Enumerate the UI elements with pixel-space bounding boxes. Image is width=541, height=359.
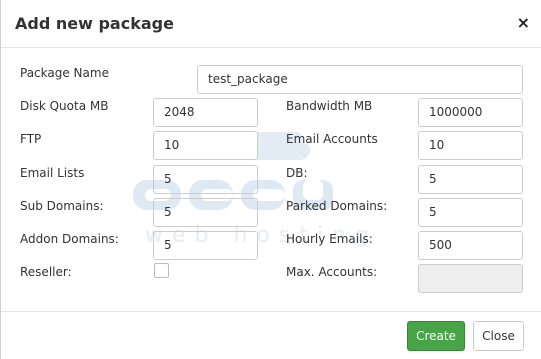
max-accounts-label: Max. Accounts: bbox=[286, 265, 378, 279]
reseller-checkbox[interactable] bbox=[154, 263, 169, 278]
add-package-dialog: Add new package × web hosting Package Na… bbox=[0, 0, 541, 359]
dialog-footer: Create Close bbox=[1, 311, 541, 359]
reseller-label: Reseller: bbox=[20, 265, 72, 279]
create-button[interactable]: Create bbox=[407, 321, 465, 351]
sub-domains-input[interactable]: 5 bbox=[153, 198, 258, 227]
email-accounts-label: Email Accounts bbox=[286, 132, 378, 146]
package-name-input[interactable]: test_package bbox=[197, 65, 523, 94]
addon-domains-input[interactable]: 5 bbox=[153, 231, 258, 260]
close-icon[interactable]: × bbox=[517, 13, 530, 33]
package-name-label: Package Name bbox=[20, 66, 109, 80]
ftp-input[interactable]: 10 bbox=[153, 131, 258, 160]
ftp-label: FTP bbox=[20, 132, 42, 146]
sub-domains-label: Sub Domains: bbox=[20, 199, 104, 213]
email-accounts-input[interactable]: 10 bbox=[418, 131, 523, 160]
close-button[interactable]: Close bbox=[473, 321, 524, 351]
dialog-header: Add new package × bbox=[1, 0, 541, 48]
email-lists-input[interactable]: 5 bbox=[153, 165, 258, 194]
max-accounts-input bbox=[418, 264, 523, 293]
disk-quota-input[interactable]: 2048 bbox=[153, 98, 258, 127]
parked-domains-input[interactable]: 5 bbox=[418, 198, 523, 227]
db-label: DB: bbox=[286, 166, 308, 180]
parked-domains-label: Parked Domains: bbox=[286, 199, 388, 213]
dialog-title: Add new package bbox=[15, 14, 174, 33]
hourly-emails-input[interactable]: 500 bbox=[418, 231, 523, 260]
hourly-emails-label: Hourly Emails: bbox=[286, 232, 373, 246]
disk-quota-label: Disk Quota MB bbox=[20, 99, 109, 113]
email-lists-label: Email Lists bbox=[20, 166, 85, 180]
bandwidth-label: Bandwidth MB bbox=[286, 99, 373, 113]
db-input[interactable]: 5 bbox=[418, 165, 523, 194]
addon-domains-label: Addon Domains: bbox=[20, 232, 119, 246]
bandwidth-input[interactable]: 1000000 bbox=[418, 98, 523, 127]
